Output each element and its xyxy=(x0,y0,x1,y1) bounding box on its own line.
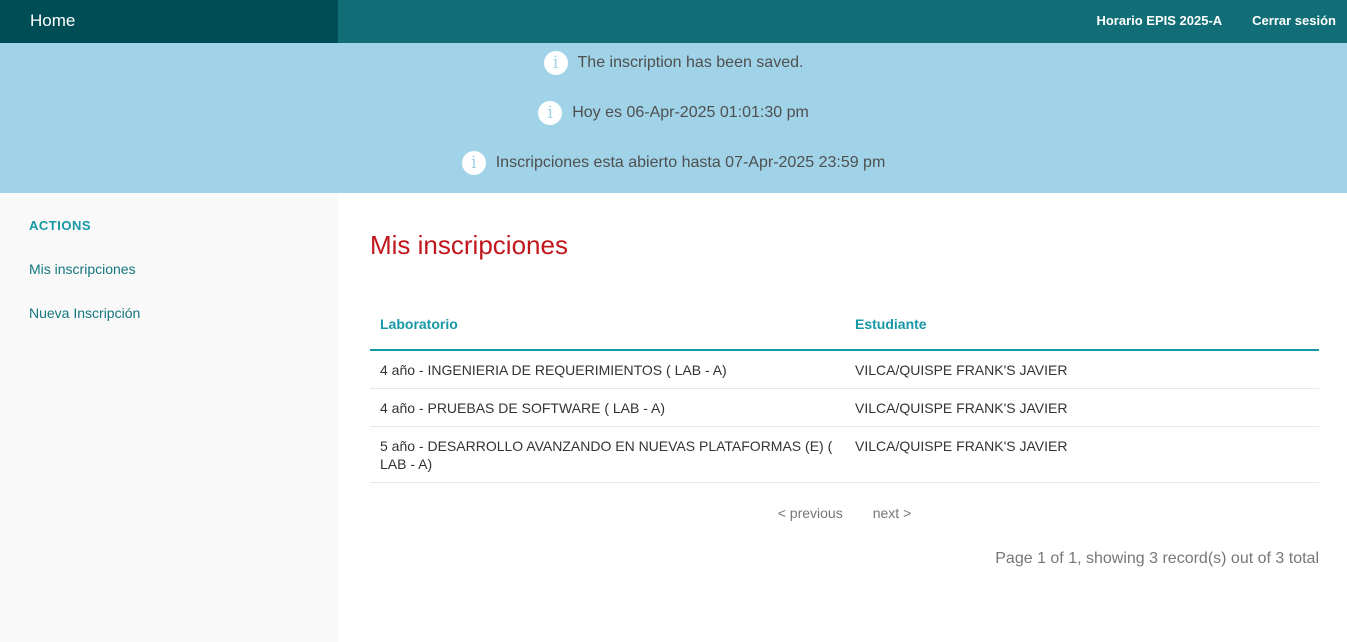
flash-message: i Inscripciones esta abierto hasta 07-Ap… xyxy=(0,151,1347,175)
column-header-laboratorio[interactable]: Laboratorio xyxy=(370,298,845,351)
home-link[interactable]: Home xyxy=(30,11,75,31)
flash-message-text: Inscripciones esta abierto hasta 07-Apr-… xyxy=(495,154,886,171)
brand-area: Home xyxy=(0,0,338,43)
flash-messages: i The inscription has been saved. i Hoy … xyxy=(0,43,1347,193)
table-cell-estudiante: VILCA/QUISPE FRANK'S JAVIER xyxy=(845,426,1319,483)
table-row: 4 año - PRUEBAS DE SOFTWARE ( LAB - A) V… xyxy=(370,388,1319,427)
flash-message-text: The inscription has been saved. xyxy=(577,54,804,71)
table-cell-laboratorio: 4 año - PRUEBAS DE SOFTWARE ( LAB - A) xyxy=(370,388,845,427)
info-icon: i xyxy=(461,151,486,175)
next-page-link[interactable]: next > xyxy=(873,505,912,521)
flash-message-text: Hoy es 06-Apr-2025 01:01:30 pm xyxy=(572,104,809,121)
column-header-estudiante[interactable]: Estudiante xyxy=(845,298,1319,351)
paginator: < previous next > xyxy=(370,505,1319,521)
sidebar-item-mis-inscripciones[interactable]: Mis inscripciones xyxy=(29,261,136,277)
table-cell-estudiante: VILCA/QUISPE FRANK'S JAVIER xyxy=(845,388,1319,427)
table-row: 4 año - INGENIERIA DE REQUERIMIENTOS ( L… xyxy=(370,350,1319,389)
table-cell-laboratorio: 4 año - INGENIERIA DE REQUERIMIENTOS ( L… xyxy=(370,350,845,389)
inscriptions-table: Laboratorio Estudiante 4 año - INGENIERI… xyxy=(370,298,1319,483)
info-icon: i xyxy=(538,101,563,125)
sidebar-item-nueva-inscripcion[interactable]: Nueva Inscripción xyxy=(29,305,140,321)
info-icon: i xyxy=(543,51,568,75)
previous-page-link[interactable]: < previous xyxy=(778,505,843,521)
page-title: Mis inscripciones xyxy=(370,230,568,260)
top-nav-links: Horario EPIS 2025-A Cerrar sesión xyxy=(1096,13,1336,28)
schedule-link[interactable]: Horario EPIS 2025-A xyxy=(1096,13,1222,28)
logout-link[interactable]: Cerrar sesión xyxy=(1252,13,1336,28)
flash-message: i The inscription has been saved. xyxy=(0,51,1347,75)
pagination-counter: Page 1 of 1, showing 3 record(s) out of … xyxy=(995,550,1319,567)
flash-message: i Hoy es 06-Apr-2025 01:01:30 pm xyxy=(0,101,1347,125)
sidebar: ACTIONS Mis inscripciones Nueva Inscripc… xyxy=(0,193,338,642)
table-row: 5 año - DESARROLLO AVANZANDO EN NUEVAS P… xyxy=(370,426,1319,483)
table-header-row: Laboratorio Estudiante xyxy=(370,298,1319,351)
sidebar-heading: ACTIONS xyxy=(29,218,91,233)
top-navbar: Home Horario EPIS 2025-A Cerrar sesión xyxy=(0,0,1347,43)
table-cell-laboratorio: 5 año - DESARROLLO AVANZANDO EN NUEVAS P… xyxy=(370,426,845,483)
table-cell-estudiante: VILCA/QUISPE FRANK'S JAVIER xyxy=(845,350,1319,389)
